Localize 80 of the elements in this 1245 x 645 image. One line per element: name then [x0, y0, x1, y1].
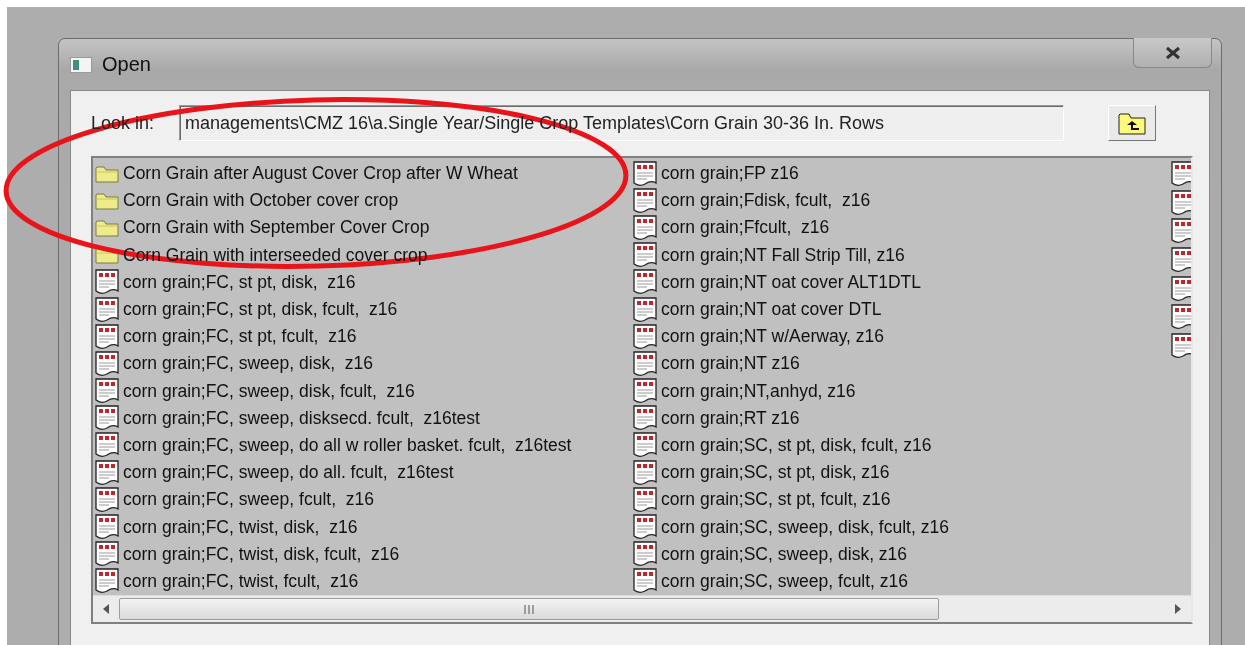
document-icon	[95, 568, 119, 595]
folder-item[interactable]: Corn Grain with September Cover Crop	[95, 214, 633, 242]
file-item[interactable]: corn grain;NT,anhyd, z16	[633, 377, 1171, 405]
file-item[interactable]: corn grain;NT z16	[633, 350, 1171, 378]
file-item[interactable]: corn grain;FC, sweep, disksecd. fcult, z16test	[95, 404, 633, 432]
file-item[interactable]: corn grain;SC, sweep, disk, fcult, z16	[633, 513, 1171, 541]
document-icon	[95, 514, 119, 541]
close-icon	[1163, 45, 1182, 60]
document-icon	[633, 541, 657, 568]
file-item[interactable]: corn grain;SC, st pt, disk, fcult, z16	[633, 431, 1171, 460]
file-item[interactable]: corn grain;FP z16	[633, 160, 1171, 188]
document-icon	[633, 323, 657, 350]
document-icon	[95, 323, 119, 350]
document-icon	[1171, 189, 1191, 216]
document-icon	[633, 214, 657, 241]
up-folder-button[interactable]	[1108, 105, 1156, 141]
file-item[interactable]: corn grain;FC, st pt, disk, fcult, z16	[95, 295, 633, 324]
file-item[interactable]: corn grain;FC, twist, disk, z16	[95, 513, 633, 541]
file-item[interactable]: corn grain;Fdisk, fcult, z16	[633, 187, 1171, 215]
document-icon	[1171, 275, 1191, 302]
window-icon	[70, 56, 92, 73]
document-icon	[633, 486, 657, 513]
document-icon	[95, 432, 119, 459]
left-arrow-icon	[102, 604, 110, 614]
file-item[interactable]: corn grain;FC, st pt, disk, z16	[95, 268, 633, 296]
folder-icon	[95, 163, 119, 184]
close-button[interactable]	[1133, 38, 1212, 68]
file-item[interactable]: corn grain;SC, sweep, disk, z16	[633, 540, 1171, 568]
document-icon	[633, 405, 657, 432]
file-item[interactable]: corn grain;SC, st pt, disk, z16	[633, 459, 1171, 487]
folder-item[interactable]: Corn Grain with October cover crop	[95, 187, 633, 215]
document-icon	[633, 432, 657, 459]
document-icon	[95, 459, 119, 486]
file-item[interactable]: corn grain;FC, twist, fcult, z16	[95, 567, 633, 595]
file-item[interactable]: corn grain;NT oat cover ALT1DTL	[633, 268, 1171, 296]
document-icon	[1171, 218, 1191, 245]
document-icon	[1171, 304, 1191, 331]
file-item[interactable]: corn grain;Ffcult, z16	[633, 214, 1171, 242]
file-item[interactable]: corn grain;NT oat cover DTL	[633, 295, 1171, 324]
document-icon	[95, 296, 119, 323]
right-arrow-icon	[1174, 604, 1182, 614]
folder-icon	[95, 190, 119, 211]
document-icon	[633, 187, 657, 214]
folder-item[interactable]: Corn Grain after August Cover Crop after W Wheat	[95, 160, 633, 188]
document-icon	[633, 350, 657, 377]
document-icon	[633, 514, 657, 541]
document-icon	[633, 160, 657, 187]
file-item[interactable]: corn grain;FC, sweep, disk, fcult, z16	[95, 377, 633, 405]
file-item[interactable]: corn grain;SC, sweep, fcult, z16	[633, 567, 1171, 595]
document-icon	[95, 350, 119, 377]
document-icon	[95, 486, 119, 513]
scroll-thumb[interactable]	[119, 598, 939, 620]
document-icon	[633, 296, 657, 323]
document-icon	[633, 568, 657, 595]
document-icon	[95, 269, 119, 296]
document-icon	[95, 541, 119, 568]
file-item[interactable]: corn grain;NT w/Aerway, z16	[633, 323, 1171, 351]
horizontal-scrollbar[interactable]	[93, 595, 1191, 622]
file-item[interactable]: corn grain;FC, sweep, do all. fcult, z16test	[95, 459, 633, 487]
document-icon	[1171, 332, 1191, 359]
grip-icon	[524, 604, 534, 614]
file-item[interactable]: corn grain;FC, twist, disk, fcult, z16	[95, 540, 633, 568]
document-icon	[95, 378, 119, 405]
document-icon	[633, 459, 657, 486]
file-item[interactable]: corn grain;FC, sweep, do all w roller basket. fcult, z16test	[95, 431, 633, 460]
document-icon	[95, 405, 119, 432]
file-item[interactable]: corn grain;RT z16	[633, 404, 1171, 432]
document-icon	[633, 269, 657, 296]
file-item[interactable]: corn grain;SC, st pt, fcult, z16	[633, 486, 1171, 514]
file-item[interactable]: corn grain;FC, sweep, disk, z16	[95, 350, 633, 378]
file-item[interactable]: corn grain;FC, st pt, fcult, z16	[95, 323, 633, 351]
file-item[interactable]: corn grain;NT Fall Strip Till, z16	[633, 241, 1171, 269]
folder-up-icon	[1118, 111, 1146, 135]
file-item[interactable]: corn grain;FC, sweep, fcult, z16	[95, 486, 633, 514]
document-icon	[633, 378, 657, 405]
document-icon	[1171, 161, 1191, 188]
window-title: Open	[102, 53, 151, 76]
document-icon	[1171, 247, 1191, 274]
folder-icon	[95, 217, 119, 238]
document-icon	[633, 242, 657, 269]
